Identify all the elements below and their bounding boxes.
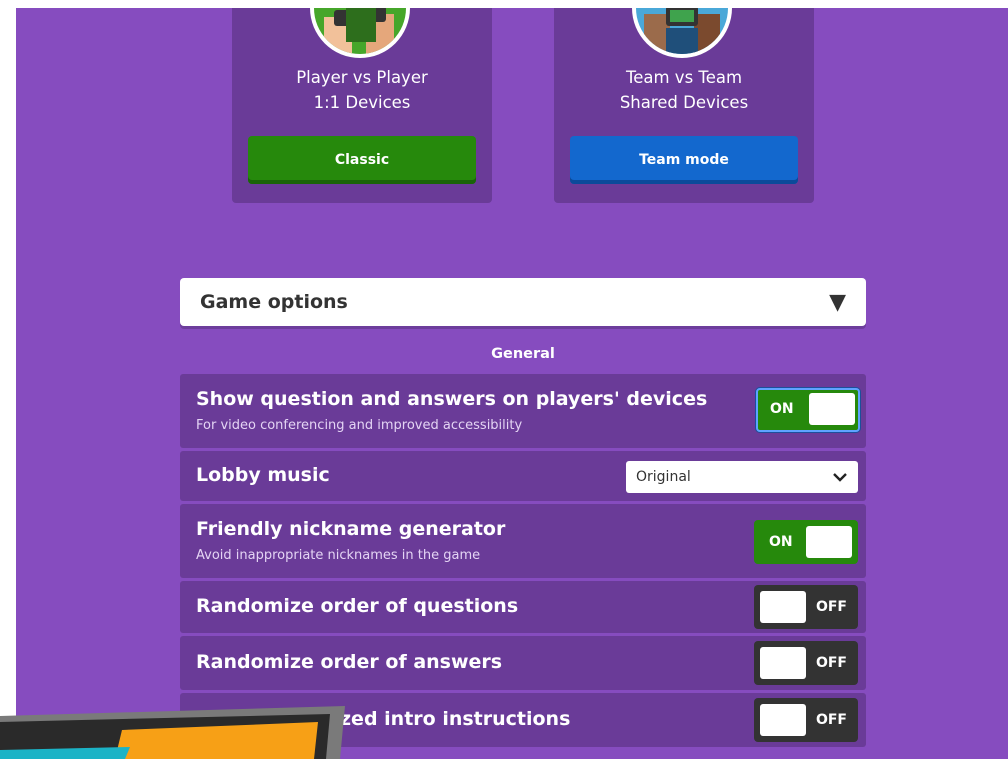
- option-label: Lobby music: [196, 464, 330, 486]
- toggle-knob: [806, 526, 852, 558]
- option-row-lobby-music: Lobby music Original: [180, 451, 866, 501]
- option-label: Friendly nickname generator: [196, 518, 506, 540]
- select-value: Original: [636, 469, 691, 485]
- option-hint: For video conferencing and improved acce…: [196, 418, 523, 433]
- nickname-generator-toggle[interactable]: ON: [754, 520, 858, 564]
- option-row-randomize-questions: Randomize order of questions OFF: [180, 581, 866, 633]
- toggle-state-label: OFF: [815, 599, 847, 615]
- randomize-questions-toggle[interactable]: OFF: [754, 585, 858, 629]
- option-label: Randomize order of answers: [196, 651, 503, 673]
- toggle-state-label: ON: [770, 401, 794, 417]
- option-row-randomize-answers: Randomize order of answers OFF: [180, 636, 866, 690]
- game-options-header[interactable]: Game options ▼: [180, 278, 866, 326]
- card-title: Team vs Team: [625, 68, 743, 87]
- team-mode-button[interactable]: Team mode: [570, 136, 798, 184]
- caret-down-icon: ▼: [829, 289, 846, 315]
- team-vs-team-illustration: [632, 8, 732, 58]
- chevron-down-icon: [832, 468, 848, 486]
- toggle-knob: [760, 647, 806, 679]
- card-subtitle: 1:1 Devices: [313, 93, 411, 112]
- classic-mode-card: Player vs Player 1:1 Devices Classic: [232, 8, 492, 203]
- card-title: Player vs Player: [296, 68, 428, 87]
- team-mode-card: Team vs Team Shared Devices Team mode: [554, 8, 814, 203]
- option-label: Randomize order of questions: [196, 595, 519, 617]
- game-settings-page: Player vs Player 1:1 Devices Classic Tea…: [16, 8, 1008, 759]
- section-general-label: General: [491, 346, 555, 362]
- toggle-state-label: OFF: [815, 712, 847, 728]
- option-hint: Avoid inappropriate nicknames in the gam…: [196, 548, 481, 563]
- toggle-state-label: ON: [769, 534, 793, 550]
- classic-button[interactable]: Classic: [248, 136, 476, 184]
- player-vs-player-illustration: [310, 8, 410, 58]
- option-row-show-questions: Show question and answers on players' de…: [180, 374, 866, 448]
- intro-instructions-toggle[interactable]: OFF: [754, 698, 858, 742]
- card-subtitle: Shared Devices: [619, 93, 749, 112]
- toggle-knob: [809, 393, 855, 425]
- randomize-answers-toggle[interactable]: OFF: [754, 641, 858, 685]
- game-options-title: Game options: [200, 291, 348, 313]
- toggle-knob: [760, 591, 806, 623]
- toggle-knob: [760, 704, 806, 736]
- option-label: Show question and answers on players' de…: [196, 388, 708, 410]
- option-label: zed intro instructions: [340, 708, 571, 730]
- show-questions-toggle[interactable]: ON: [756, 388, 860, 432]
- toggle-state-label: OFF: [815, 655, 847, 671]
- decorative-banner-shape: [0, 706, 345, 759]
- lobby-music-select[interactable]: Original: [626, 461, 858, 493]
- option-row-nickname-generator: Friendly nickname generator Avoid inappr…: [180, 504, 866, 578]
